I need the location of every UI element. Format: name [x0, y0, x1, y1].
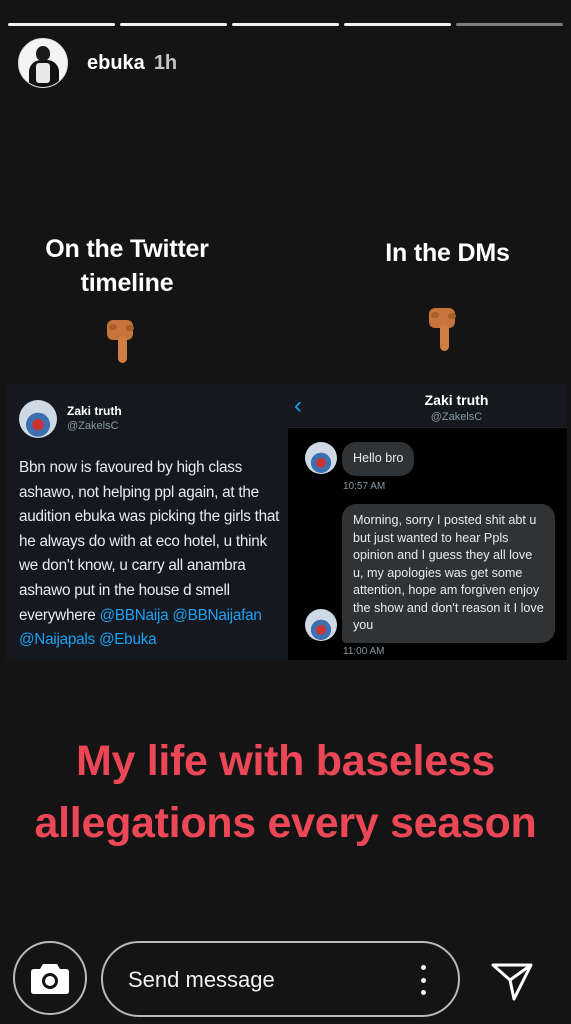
caption-in-dms: In the DMs [385, 239, 510, 267]
dm-contact-handle: @ZakelsC [430, 411, 483, 423]
dm-thread: ‹ Zaki truth @ZakelsC Hello bro 10:57 AM… [288, 384, 567, 660]
send-message-input[interactable]: Send message [101, 941, 460, 1017]
dm-message-time: 10:57 AM [343, 481, 386, 492]
tweet-author-name: Zaki truth [67, 404, 122, 418]
progress-segment [120, 23, 227, 26]
send-icon[interactable] [490, 959, 534, 1003]
dm-message-bubble: Morning, sorry I posted shit abt u but j… [342, 504, 555, 643]
caption-twitter-timeline: On the Twitter timeline [45, 235, 209, 297]
tweet-avatar [19, 400, 57, 438]
avatar[interactable] [18, 38, 68, 88]
pointing-down-hand-icon [429, 308, 456, 351]
tweet-card: Zaki truth @ZakelsC Bbn now is favoured … [6, 384, 288, 660]
send-message-placeholder: Send message [128, 967, 275, 992]
dm-avatar [305, 609, 337, 641]
pointing-down-hand-icon [107, 320, 134, 363]
tweet-author-handle: @ZakelsC [67, 420, 119, 432]
camera-icon [31, 964, 69, 994]
story-header: ebuka 1h [18, 38, 177, 88]
dm-message-time: 11:00 AM [343, 646, 385, 657]
tweet-body: Bbn now is favoured by high class ashawo… [19, 459, 280, 624]
screenshot-panel: Zaki truth @ZakelsC Bbn now is favoured … [6, 384, 567, 660]
progress-segment [232, 23, 339, 26]
story-progress-bar [8, 23, 563, 26]
progress-segment [8, 23, 115, 26]
post-time: 1h [153, 51, 178, 74]
camera-button[interactable] [13, 941, 87, 1015]
dm-message-bubble: Hello bro [342, 442, 415, 476]
dm-header: ‹ Zaki truth @ZakelsC [288, 384, 567, 428]
progress-segment [344, 23, 451, 26]
progress-segment [456, 23, 563, 26]
username[interactable]: ebuka [87, 52, 145, 75]
tweet-text: Bbn now is favoured by high class ashawo… [19, 456, 285, 653]
story-text-caption: My life with baseless allegations every … [34, 737, 537, 847]
dm-avatar [305, 442, 337, 474]
more-vertical-icon[interactable] [420, 965, 426, 995]
dm-contact-name: Zaki truth [424, 392, 489, 408]
